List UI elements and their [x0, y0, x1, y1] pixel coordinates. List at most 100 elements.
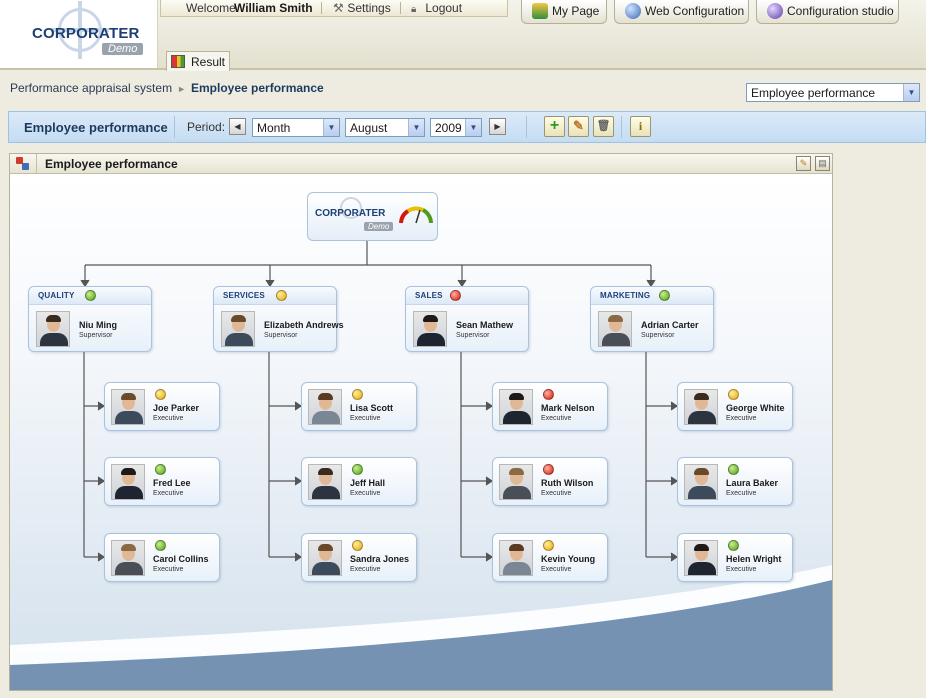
toolbar: Employee performance Period: ◀ Month ▼ A…: [8, 111, 926, 143]
hair-shape: [318, 468, 333, 475]
hair-shape: [694, 393, 709, 400]
tab-result[interactable]: Result: [166, 51, 230, 71]
corporater-logo[interactable]: CORPORATER Demo: [0, 0, 158, 68]
hair-shape: [694, 468, 709, 475]
period-type-select[interactable]: Month ▼: [252, 118, 340, 137]
employee-role: Executive: [153, 490, 184, 497]
department-header: SERVICES: [214, 287, 336, 305]
person-photo: [36, 311, 70, 347]
previous-period-button[interactable]: ◀: [229, 118, 246, 135]
panel-title: Employee performance: [45, 157, 178, 171]
status-red-icon: [543, 464, 554, 475]
studio-icon: [767, 3, 783, 19]
suit-shape: [312, 562, 340, 575]
person-photo: [598, 311, 632, 347]
logout-link[interactable]: 🔒︎ Logout: [411, 1, 462, 15]
edit-icon: ✎: [573, 118, 584, 133]
settings-label: Settings: [347, 1, 391, 15]
person-photo: [684, 464, 718, 500]
add-button[interactable]: +: [544, 116, 565, 137]
next-period-button[interactable]: ▶: [489, 118, 506, 135]
status-green-icon: [155, 540, 166, 551]
employee-name: Kevin Young: [541, 554, 596, 564]
chevron-down-icon: ▼: [323, 119, 339, 136]
employee-card[interactable]: Carol Collins Executive: [104, 533, 220, 582]
department-card-marketing[interactable]: MARKETING Adrian Carter Supervisor: [590, 286, 714, 352]
status-red-icon: [450, 290, 461, 301]
my-page-button[interactable]: My Page: [521, 0, 607, 24]
employee-name: Jeff Hall: [350, 478, 386, 488]
logo-demo-tag: Demo: [102, 43, 144, 55]
page-select[interactable]: Employee performance ▼: [746, 83, 920, 102]
employee-name: Helen Wright: [726, 554, 782, 564]
employee-name: Ruth Wilson: [541, 478, 594, 488]
hair-shape: [423, 315, 438, 322]
department-card-quality[interactable]: QUALITY Niu Ming Supervisor: [28, 286, 152, 352]
status-green-icon: [659, 290, 670, 301]
person-photo: [499, 389, 533, 425]
configuration-studio-button[interactable]: Configuration studio: [756, 0, 899, 24]
delete-icon: 🗑︎: [596, 120, 611, 132]
department-card-sales[interactable]: SALES Sean Mathew Supervisor: [405, 286, 529, 352]
employee-card[interactable]: Lisa Scott Executive: [301, 382, 417, 431]
suit-shape: [688, 411, 716, 424]
person-photo: [111, 540, 145, 576]
status-yellow-icon: [155, 389, 166, 400]
configuration-studio-label: Configuration studio: [787, 4, 894, 18]
suit-shape: [40, 333, 68, 346]
welcome-bar: Welcome William Smith ⚒ Settings 🔒︎ Logo…: [160, 0, 508, 17]
app-header: CORPORATER Demo Welcome William Smith ⚒ …: [0, 0, 926, 71]
status-yellow-icon: [352, 540, 363, 551]
supervisor-name: Niu Ming: [79, 320, 117, 330]
employee-card[interactable]: George White Executive: [677, 382, 793, 431]
department-name: SALES: [415, 291, 443, 300]
status-green-icon: [85, 290, 96, 301]
hair-shape: [694, 544, 709, 551]
employee-card[interactable]: Mark Nelson Executive: [492, 382, 608, 431]
suit-shape: [115, 562, 143, 575]
employee-role: Executive: [541, 415, 572, 422]
logo-text: CORPORATER: [32, 25, 140, 42]
employee-card[interactable]: Sandra Jones Executive: [301, 533, 417, 582]
person-photo: [111, 389, 145, 425]
employee-name: Carol Collins: [153, 554, 209, 564]
employee-role: Executive: [153, 415, 184, 422]
department-card-services[interactable]: SERVICES Elizabeth Andrews Supervisor: [213, 286, 344, 352]
my-page-label: My Page: [552, 4, 600, 18]
window-icon: ▤: [818, 158, 827, 168]
breadcrumb-current: Employee performance: [191, 81, 324, 95]
breadcrumb-parent-link[interactable]: Performance appraisal system: [10, 81, 172, 95]
employee-card[interactable]: Jeff Hall Executive: [301, 457, 417, 506]
month-value: August: [350, 121, 388, 135]
status-green-icon: [352, 464, 363, 475]
employee-card[interactable]: Kevin Young Executive: [492, 533, 608, 582]
status-yellow-icon: [276, 290, 287, 301]
employee-card[interactable]: Fred Lee Executive: [104, 457, 220, 506]
settings-link[interactable]: ⚒ Settings: [333, 1, 391, 15]
wrench-icon: ⚒: [333, 1, 344, 15]
hair-shape: [509, 393, 524, 400]
divider: [321, 2, 322, 14]
person-photo: [684, 389, 718, 425]
employee-card[interactable]: Laura Baker Executive: [677, 457, 793, 506]
delete-button[interactable]: 🗑︎: [593, 116, 614, 137]
hair-shape: [509, 468, 524, 475]
department-header: SALES: [406, 287, 528, 305]
web-configuration-button[interactable]: Web Configuration: [614, 0, 749, 24]
month-select[interactable]: August ▼: [345, 118, 425, 137]
edit-button[interactable]: ✎: [568, 116, 589, 137]
employee-name: Laura Baker: [726, 478, 779, 488]
year-select[interactable]: 2009 ▼: [430, 118, 482, 137]
panel-options-button[interactable]: ▤: [815, 156, 830, 171]
employee-card[interactable]: Helen Wright Executive: [677, 533, 793, 582]
chevron-down-icon: ▼: [465, 119, 481, 136]
breadcrumb: Performance appraisal system ► Employee pe…: [10, 81, 324, 95]
result-tab-label: Result: [191, 55, 226, 69]
employee-name: Sandra Jones: [350, 554, 410, 564]
info-button[interactable]: i: [630, 116, 651, 137]
employee-name: Mark Nelson: [541, 403, 595, 413]
suit-shape: [225, 333, 253, 346]
employee-card[interactable]: Ruth Wilson Executive: [492, 457, 608, 506]
panel-edit-button[interactable]: ✎: [796, 156, 811, 171]
employee-card[interactable]: Joe Parker Executive: [104, 382, 220, 431]
